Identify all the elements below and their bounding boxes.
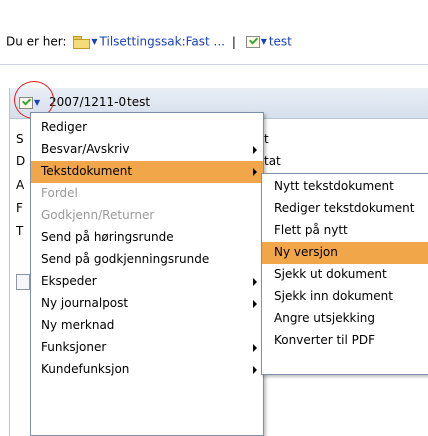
breadcrumb-line: Du er her: ▼ Tilsettingssak:Fast ... | ▼ t… <box>6 34 292 49</box>
submenu-item-rediger-tekstdokument[interactable]: Rediger tekstdokument <box>262 198 428 220</box>
menu-item-send-godkjenningsrunde[interactable]: Send på godkjenningsrunde <box>31 249 263 271</box>
background-text: T <box>16 224 24 238</box>
breadcrumb-prefix: Du er her: <box>6 34 67 49</box>
menu-item-godkjenn-returner: Godkjenn/Returner <box>31 205 263 227</box>
record-number: 2007/1211-0 <box>49 95 127 109</box>
submenu-item-label: Konverter til PDF <box>274 333 376 347</box>
menu-item-ny-merknad[interactable]: Ny merknad <box>31 315 263 337</box>
breadcrumb-link-document[interactable]: test <box>269 35 292 49</box>
submenu-item-angre-utsjekking[interactable]: Angre utsjekking <box>262 308 428 330</box>
context-menu: Rediger Besvar/Avskriv Tekstdokument For… <box>30 112 264 436</box>
menu-item-label: Godkjenn/Returner <box>41 208 155 222</box>
menu-item-label: Send på høringsrunde <box>41 230 174 244</box>
background-field <box>16 274 30 290</box>
breadcrumb-link-case[interactable]: Tilsettingssak:Fast ... <box>100 35 225 49</box>
menu-item-label: Funksjoner <box>41 340 107 354</box>
submenu-item-ny-versjon[interactable]: Ny versjon <box>262 242 428 264</box>
menu-item-label: Besvar/Avskriv <box>41 142 130 156</box>
menu-item-rediger[interactable]: Rediger <box>31 117 263 139</box>
submenu-item-label: Nytt tekstdokument <box>274 179 394 193</box>
submenu-arrow-icon <box>253 300 257 308</box>
divider <box>0 64 428 65</box>
tekstdokument-submenu: Nytt tekstdokument Rediger tekstdokument… <box>261 173 428 375</box>
menu-item-ny-journalpost[interactable]: Ny journalpost <box>31 293 263 315</box>
menu-item-fordel: Fordel <box>31 183 263 205</box>
background-text: F <box>16 201 23 215</box>
submenu-item-sjekk-inn-dokument[interactable]: Sjekk inn dokument <box>262 286 428 308</box>
folder-icon[interactable] <box>73 35 91 49</box>
menu-item-kundefunksjon[interactable]: Kundefunksjon <box>31 359 263 381</box>
dropdown-arrow-icon[interactable]: ▼ <box>91 37 97 46</box>
record-title: test <box>127 95 151 109</box>
background-text: t <box>264 132 269 146</box>
menu-item-label: Fordel <box>41 186 78 200</box>
menu-item-label: Ny merknad <box>41 318 115 332</box>
menu-item-tekstdokument[interactable]: Tekstdokument <box>31 161 263 183</box>
breadcrumb-separator: | <box>231 34 236 49</box>
submenu-item-label: Angre utsjekking <box>274 311 376 325</box>
menu-item-label: Tekstdokument <box>41 164 133 178</box>
submenu-arrow-icon <box>253 278 257 286</box>
submenu-arrow-icon <box>253 366 257 374</box>
submenu-item-label: Rediger tekstdokument <box>274 201 415 215</box>
dropdown-arrow-icon[interactable]: ▼ <box>261 37 267 46</box>
submenu-arrow-icon <box>253 168 257 176</box>
menu-item-label: Send på godkjenningsrunde <box>41 252 210 266</box>
submenu-item-label: Sjekk ut dokument <box>274 267 387 281</box>
submenu-item-flett-pa-nytt[interactable]: Flett på nytt <box>262 220 428 242</box>
submenu-item-konverter-til-pdf[interactable]: Konverter til PDF <box>262 330 428 352</box>
menu-item-send-horingsrunde[interactable]: Send på høringsrunde <box>31 227 263 249</box>
menu-item-label: Ny journalpost <box>41 296 129 310</box>
menu-item-label: Rediger <box>41 120 88 134</box>
menu-item-ekspeder[interactable]: Ekspeder <box>31 271 263 293</box>
menu-item-funksjoner[interactable]: Funksjoner <box>31 337 263 359</box>
background-text: tat <box>264 154 281 168</box>
menu-item-besvar-avskriv[interactable]: Besvar/Avskriv <box>31 139 263 161</box>
submenu-item-label: Flett på nytt <box>274 223 348 237</box>
submenu-item-sjekk-ut-dokument[interactable]: Sjekk ut dokument <box>262 264 428 286</box>
submenu-item-label: Sjekk inn dokument <box>274 289 393 303</box>
submenu-item-label: Ny versjon <box>274 245 338 259</box>
submenu-item-nytt-tekstdokument[interactable]: Nytt tekstdokument <box>262 176 428 198</box>
background-text: A <box>16 178 25 192</box>
background-text: D <box>16 154 26 168</box>
submenu-arrow-icon <box>253 146 257 154</box>
submenu-arrow-icon <box>253 344 257 352</box>
background-text: S <box>16 132 24 146</box>
menu-item-label: Ekspeder <box>41 274 97 288</box>
menu-item-label: Kundefunksjon <box>41 362 130 376</box>
document-icon[interactable] <box>245 35 260 48</box>
breadcrumb: Du er her: ▼ Tilsettingssak:Fast ... | ▼ t… <box>0 0 428 90</box>
